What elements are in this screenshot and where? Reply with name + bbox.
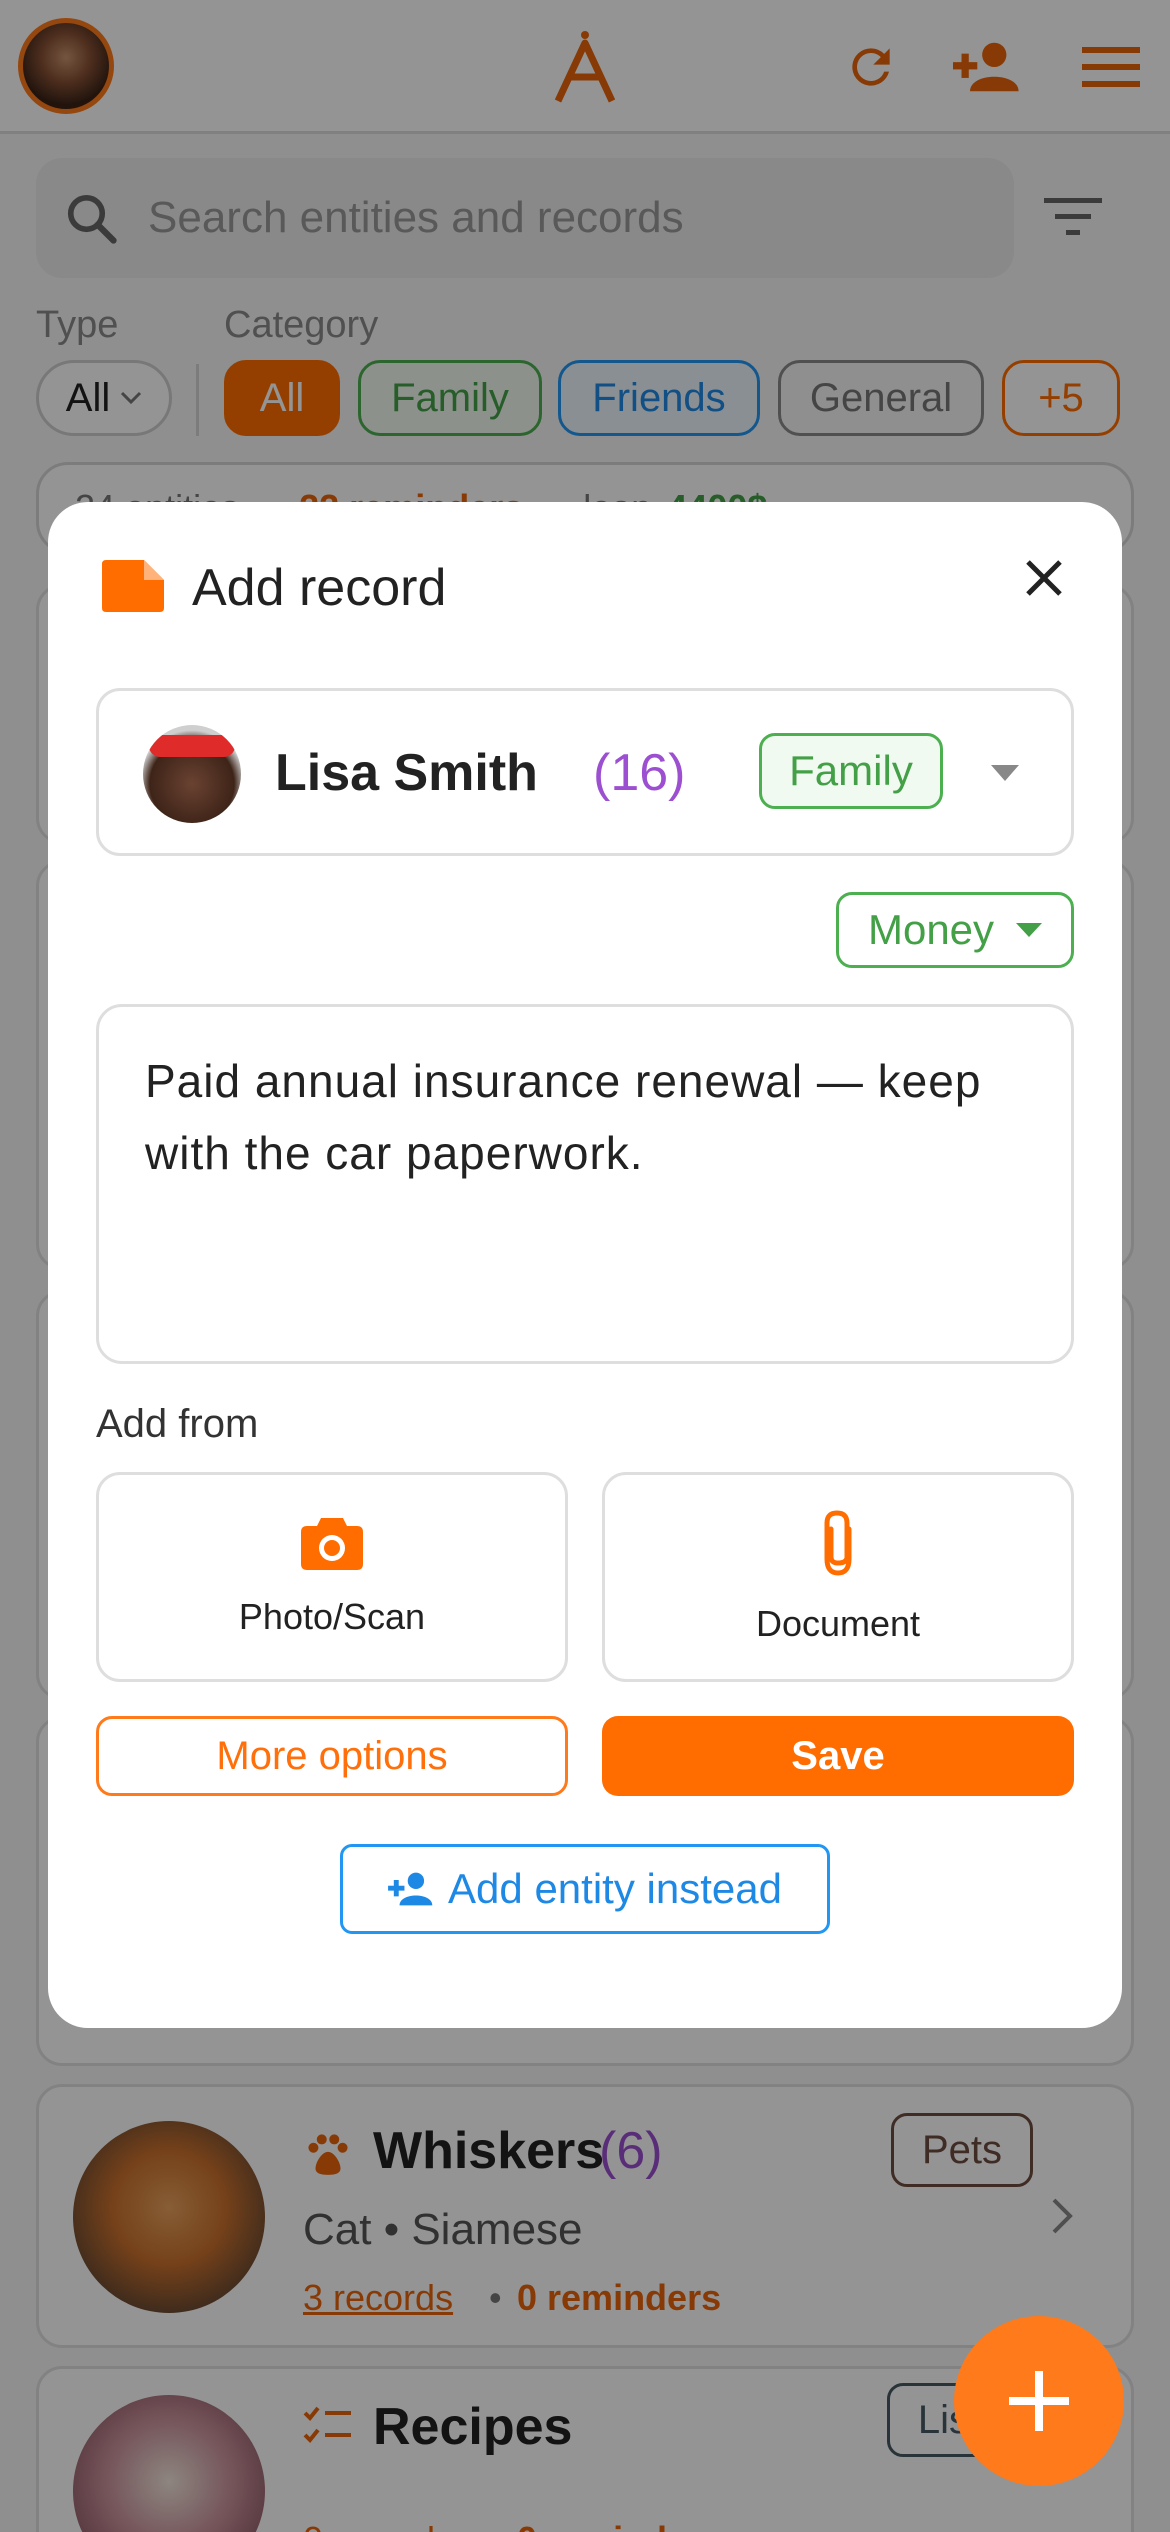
- entity-selector[interactable]: Lisa Smith (16) Family: [96, 688, 1074, 856]
- plus-icon: [1009, 2371, 1069, 2431]
- camera-icon: [301, 1516, 363, 1570]
- photo-scan-label: Photo/Scan: [238, 1596, 426, 1637]
- record-note-textarea[interactable]: Paid annual insurance renewal — keep wit…: [96, 1004, 1074, 1364]
- close-icon[interactable]: [1024, 558, 1064, 598]
- dropdown-arrow-icon: [1016, 923, 1043, 937]
- entity-avatar: [143, 725, 241, 823]
- add-entity-label: Add entity instead: [448, 1865, 782, 1912]
- note-icon: [102, 560, 164, 612]
- dialog-title: Add record: [192, 559, 447, 617]
- save-button[interactable]: Save: [602, 1716, 1074, 1796]
- entity-name: Lisa Smith: [275, 744, 538, 802]
- record-type-value: Money: [867, 906, 995, 953]
- document-label: Document: [755, 1603, 921, 1644]
- add-from-label: Add from: [96, 1402, 259, 1446]
- more-options-button[interactable]: More options: [96, 1716, 568, 1796]
- entity-category-badge: Family: [759, 733, 943, 809]
- photo-scan-button[interactable]: Photo/Scan: [96, 1472, 568, 1682]
- add-person-icon: [388, 1871, 434, 1907]
- add-fab-button[interactable]: [954, 2316, 1124, 2486]
- dropdown-arrow-icon: [991, 765, 1019, 781]
- add-entity-instead-button[interactable]: Add entity instead: [340, 1844, 830, 1934]
- document-button[interactable]: Document: [602, 1472, 1074, 1682]
- add-record-dialog: Add record Lisa Smith (16) Family Money …: [48, 502, 1122, 2028]
- paperclip-icon: [819, 1509, 857, 1577]
- record-type-select[interactable]: Money: [836, 892, 1074, 968]
- entity-count: (16): [593, 744, 686, 802]
